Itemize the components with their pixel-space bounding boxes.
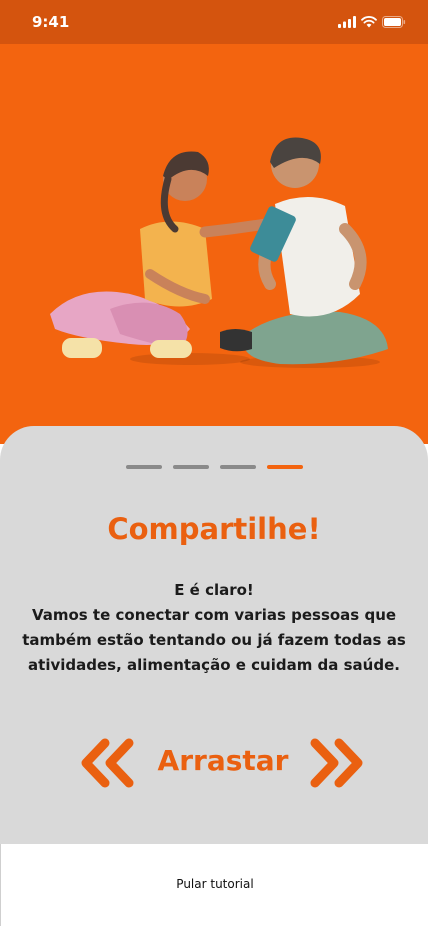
status-icons xyxy=(338,14,406,30)
slide-description-line: também estão tentando ou já fazem todas … xyxy=(22,631,406,649)
slide-description-line: atividades, alimentação e cuidam da saúd… xyxy=(28,656,400,674)
people-illustration xyxy=(50,137,388,368)
battery-icon xyxy=(382,16,406,28)
swipe-label: Arrastar xyxy=(157,744,289,777)
page-indicator xyxy=(0,465,428,469)
tutorial-card: Compartilhe! E é claro! Vamos te conecta… xyxy=(0,426,428,844)
slide-description-line: E é claro! xyxy=(174,581,254,599)
skip-tutorial-link[interactable]: Pular tutorial xyxy=(1,877,428,891)
onboarding-screen: 9:41 Compartilhe! E é claro! Vamos te co… xyxy=(0,0,428,926)
page-dot-2[interactable] xyxy=(172,465,209,469)
page-dot-1[interactable] xyxy=(125,465,162,469)
double-chevron-left-icon[interactable] xyxy=(78,738,136,788)
slide-description-line: Vamos te conectar com varias pessoas que xyxy=(31,606,397,624)
wifi-icon xyxy=(361,16,377,28)
status-bar: 9:41 xyxy=(0,0,428,44)
page-dot-4-active[interactable] xyxy=(266,465,303,469)
slide-description: E é claro! Vamos te conectar com varias … xyxy=(20,578,408,678)
swipe-control[interactable]: Arrastar xyxy=(0,734,428,790)
footer: Pular tutorial xyxy=(0,844,428,926)
cellular-signal-icon xyxy=(338,16,356,28)
status-time: 9:41 xyxy=(32,13,70,31)
hero-banner xyxy=(0,44,428,444)
slide-title: Compartilhe! xyxy=(107,512,321,546)
page-dot-3[interactable] xyxy=(219,465,256,469)
double-chevron-right-icon[interactable] xyxy=(308,738,366,788)
